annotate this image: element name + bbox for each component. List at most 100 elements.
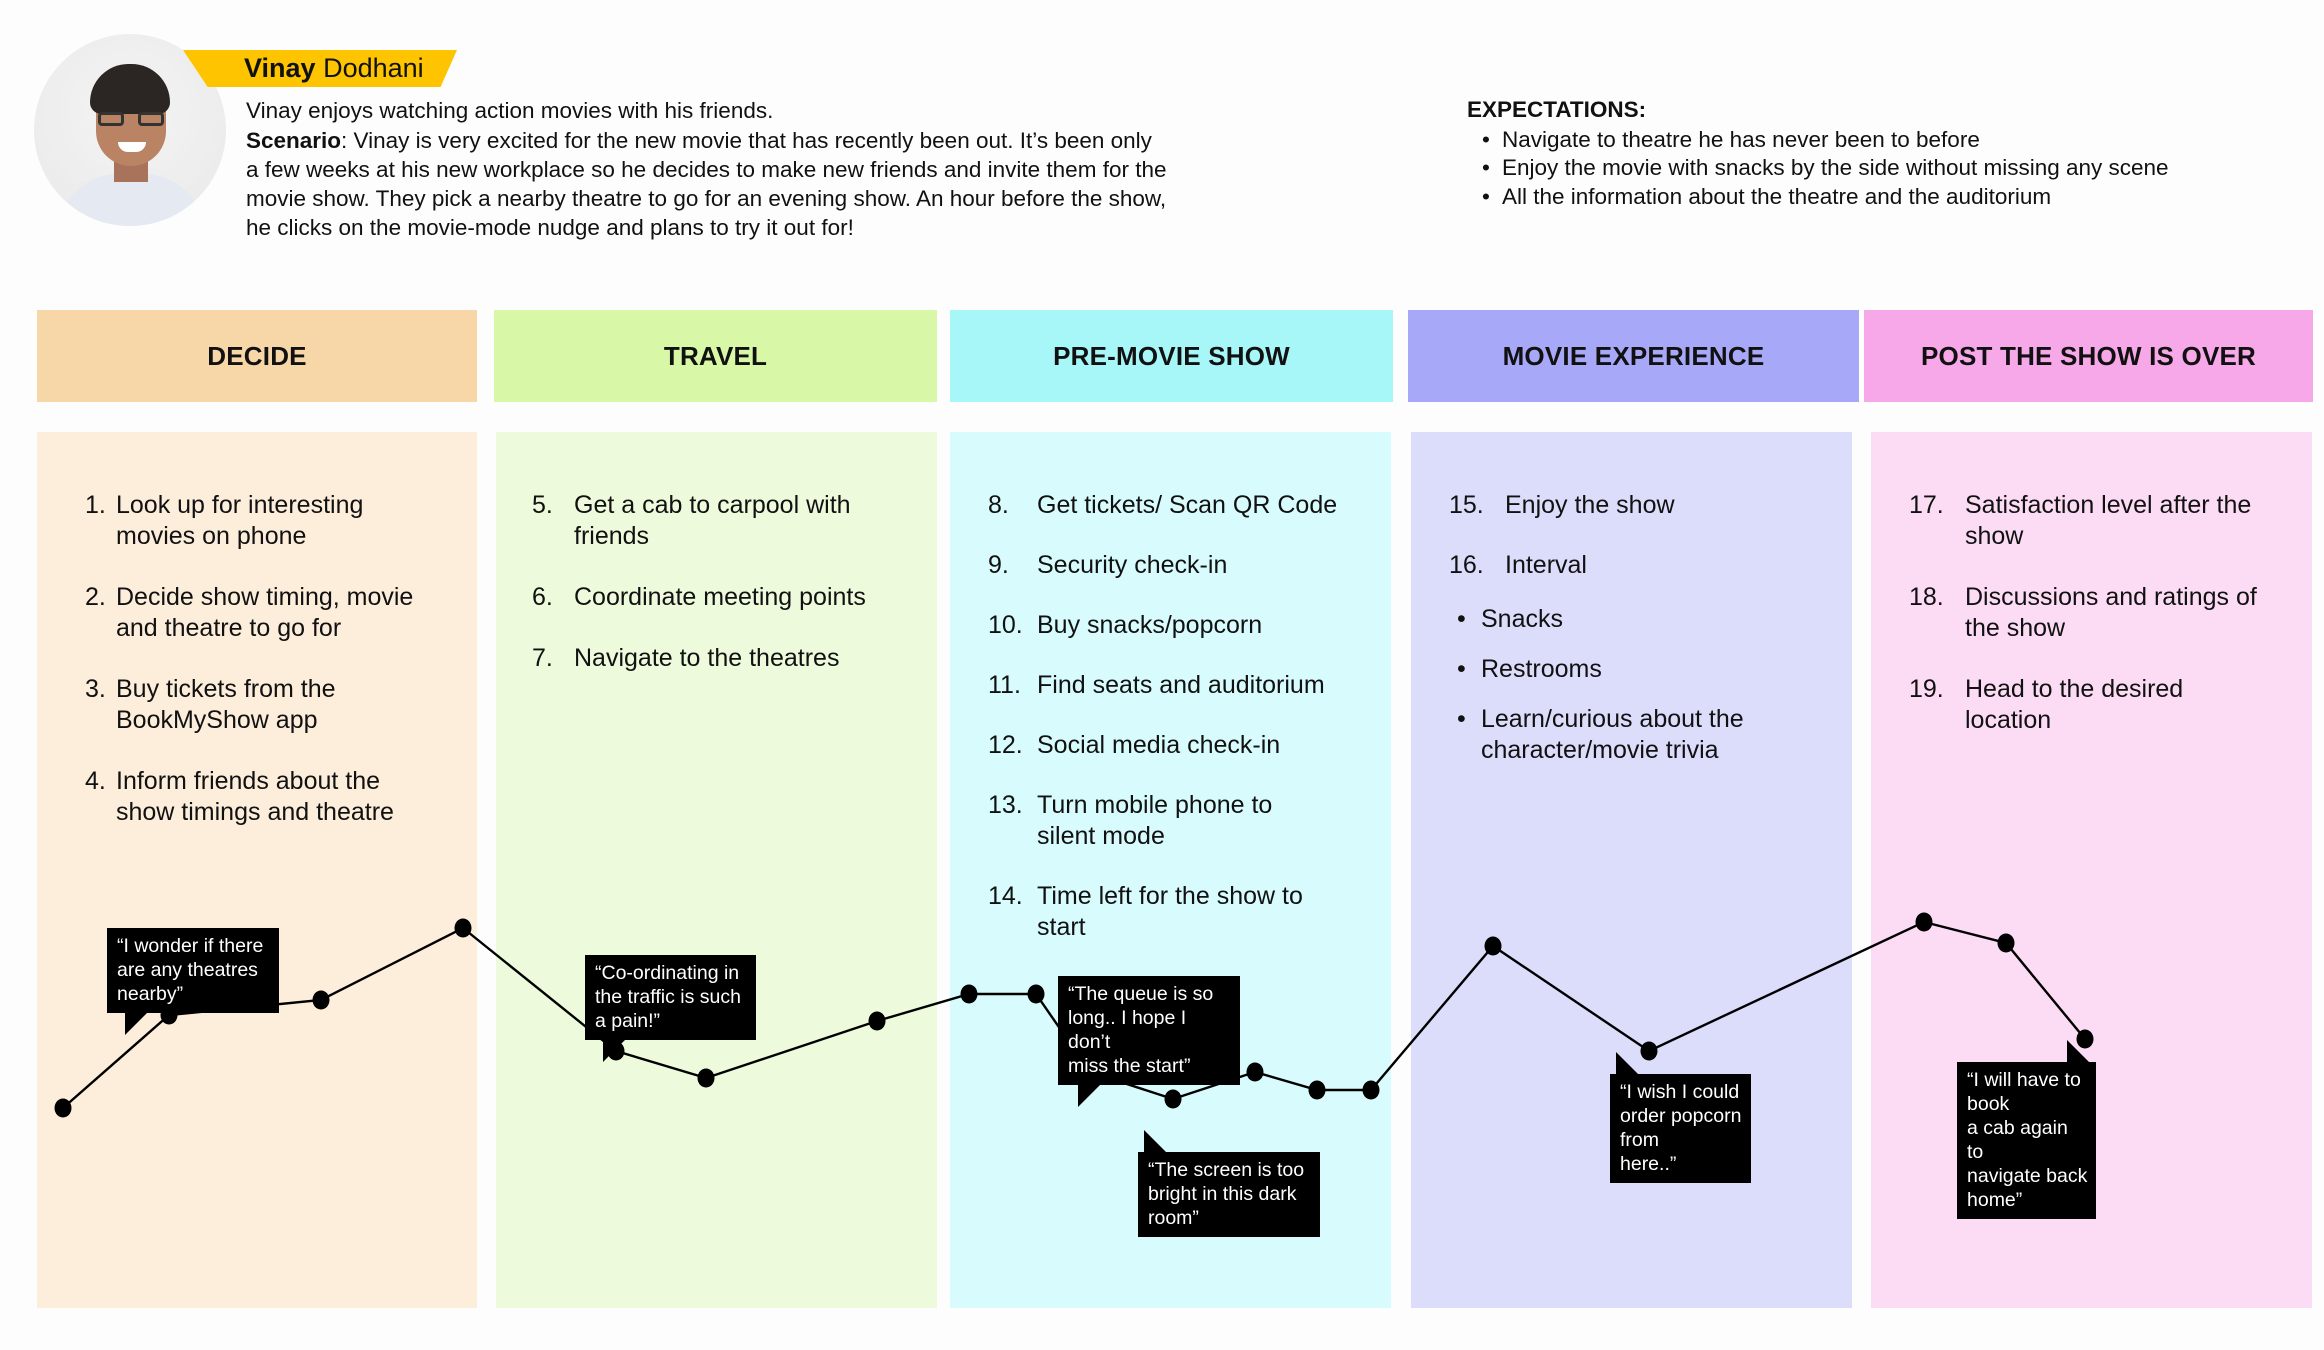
- step-number: 18.: [1909, 583, 1944, 611]
- quote-text: “I wonder if there: [117, 935, 264, 957]
- step-number: 6.: [532, 583, 553, 611]
- step-number: 3.: [85, 675, 106, 703]
- step-number: 17.: [1909, 491, 1944, 519]
- step-text: the show: [1965, 614, 2066, 642]
- step-text: Interval: [1505, 551, 1587, 579]
- expectation-item: • Enjoy the movie with snacks by the side…: [1467, 154, 2307, 183]
- step-text: Find seats and auditorium: [1037, 671, 1325, 699]
- step-number: 15.: [1449, 491, 1484, 519]
- step-item: 15. Enjoy the show: [1449, 490, 1839, 521]
- persona-scenario-line-2: a few weeks at his new workplace so he d…: [246, 157, 1167, 182]
- sub-item-text: Restrooms: [1481, 655, 1602, 683]
- step-item: 7. Navigate to the theatres: [532, 643, 922, 674]
- quote-text: bright in this dark: [1148, 1183, 1297, 1205]
- step-text: Discussions and ratings of: [1965, 583, 2257, 611]
- quote-text: navigate back: [1967, 1165, 2088, 1187]
- step-item: 10. Buy snacks/popcorn: [988, 610, 1378, 641]
- quote-callout-step-16: “I wish I could order popcorn from here..”: [1610, 1052, 1751, 1183]
- callout-pointer: [1616, 1052, 1638, 1074]
- persona-scenario-line-4: he clicks on the movie-mode nudge and pl…: [246, 215, 854, 240]
- step-item: 1. Look up for interesting movies on phone: [85, 490, 465, 552]
- step-text: Security check-in: [1037, 551, 1228, 579]
- step-item: 5. Get a cab to carpool with friends: [532, 490, 922, 552]
- callout-pointer: [603, 1040, 625, 1062]
- step-text: BookMyShow app: [116, 706, 318, 734]
- step-item: 9. Security check-in: [988, 550, 1378, 581]
- step-number: 10.: [988, 611, 1023, 639]
- steps-list-travel: 5. Get a cab to carpool with friends 6. Coor…: [532, 490, 922, 704]
- step-number: 8.: [988, 491, 1009, 519]
- step-number: 12.: [988, 731, 1023, 759]
- step-text: Enjoy the show: [1505, 491, 1675, 519]
- stage-header-pre-movie-show: PRE-MOVIE SHOW: [950, 310, 1393, 402]
- step-text: show: [1965, 522, 2024, 550]
- step-item: 2. Decide show timing, movie and theatre t…: [85, 582, 465, 644]
- step-item: 14. Time left for the show to start: [988, 881, 1378, 943]
- step-text: show timings and theatre: [116, 798, 394, 826]
- step-text: silent mode: [1037, 822, 1165, 850]
- bullet-icon: •: [1482, 155, 1490, 180]
- step-text: Social media check-in: [1037, 731, 1281, 759]
- stage-header-movie-experience: MOVIE EXPERIENCE: [1408, 310, 1859, 402]
- sub-item: • Restrooms: [1457, 654, 1839, 685]
- persona-description: Vinay enjoys watching action movies with…: [246, 96, 1246, 242]
- step-item: 12. Social media check-in: [988, 730, 1378, 761]
- quote-text: long.. I hope I don’t: [1068, 1007, 1187, 1053]
- quote-text: “The queue is so: [1068, 983, 1214, 1005]
- sub-item-text: character/movie trivia: [1481, 736, 1719, 764]
- step-text: Head to the desired: [1965, 675, 2184, 703]
- step-text: Satisfaction level after the: [1965, 491, 2252, 519]
- quote-text: “I wish I could: [1620, 1081, 1740, 1103]
- step-text: Navigate to the theatres: [574, 644, 840, 672]
- step-text: movies on phone: [116, 522, 307, 550]
- step-item: 13. Turn mobile phone to silent mode: [988, 790, 1378, 852]
- quote-text: miss the start”: [1068, 1055, 1191, 1077]
- steps-list-decide: 1. Look up for interesting movies on phone…: [85, 490, 465, 858]
- step-item: 16. Interval: [1449, 550, 1839, 581]
- quote-text: the traffic is such: [595, 986, 741, 1008]
- step-item: 17. Satisfaction level after the show: [1909, 490, 2299, 552]
- step-text: Look up for interesting: [116, 491, 364, 519]
- step-text: friends: [574, 522, 650, 550]
- glasses-icon: [98, 112, 164, 128]
- expectation-item: • Navigate to theatre he has never been t…: [1467, 126, 2307, 155]
- steps-list-post-show: 17. Satisfaction level after the show 18. Di…: [1909, 490, 2299, 766]
- step-text: Get tickets/ Scan QR Code: [1037, 491, 1338, 519]
- step-item: 18. Discussions and ratings of the show: [1909, 582, 2299, 644]
- bullet-icon: •: [1482, 126, 1490, 152]
- step-text: Inform friends about the: [116, 767, 381, 795]
- quote-text: here..”: [1620, 1153, 1677, 1175]
- step-number: 19.: [1909, 675, 1944, 703]
- expectations-title: EXPECTATIONS:: [1467, 97, 1647, 122]
- callout-pointer: [1078, 1085, 1100, 1107]
- quote-callout-step-19: “I will have to book a cab again to naviga…: [1957, 1040, 2096, 1219]
- step-item: 4. Inform friends about the show timings a…: [85, 766, 465, 828]
- step-number: 11.: [988, 671, 1021, 699]
- step-number: 2.: [85, 583, 106, 611]
- persona-intro: Vinay enjoys watching action movies with…: [246, 98, 774, 123]
- quote-callout-step-11: “The screen is too bright in this dark roo…: [1138, 1130, 1320, 1237]
- persona-name: Vinay Dodhani: [244, 52, 424, 84]
- sub-item: • Snacks: [1457, 604, 1839, 635]
- quote-text: home”: [1967, 1189, 2023, 1211]
- bullet-icon: •: [1457, 705, 1466, 733]
- quote-text: room”: [1148, 1207, 1199, 1229]
- bullet-icon: •: [1482, 183, 1490, 209]
- callout-pointer: [125, 1013, 147, 1035]
- step-text: and theatre to go for: [116, 614, 342, 642]
- quote-text: a cab again to: [1967, 1117, 2068, 1163]
- sub-item-text: Learn/curious about the: [1481, 705, 1744, 733]
- persona-first-name: Vinay: [244, 53, 316, 83]
- steps-list-pre-movie-show: 8. Get tickets/ Scan QR Code 9. Security ch…: [988, 490, 1378, 972]
- step-item: 6. Coordinate meeting points: [532, 582, 922, 613]
- sub-item: • Learn/curious about the character/movie …: [1457, 704, 1839, 766]
- step-number: 4.: [85, 767, 106, 795]
- persona-scenario-line-3: movie show. They pick a nearby theatre t…: [246, 186, 1167, 211]
- quote-callout-step-2: “I wonder if there are any theatres nearby…: [107, 928, 279, 1035]
- stage-header-decide: DECIDE: [37, 310, 477, 402]
- step-text: Buy snacks/popcorn: [1037, 611, 1263, 639]
- step-text: Turn mobile phone to: [1037, 791, 1273, 819]
- quote-text: “Co-ordinating in: [595, 962, 740, 984]
- persona-scenario-line-1: Scenario: Vinay is very excited for the …: [246, 128, 1152, 153]
- sub-item-text: Snacks: [1481, 605, 1563, 633]
